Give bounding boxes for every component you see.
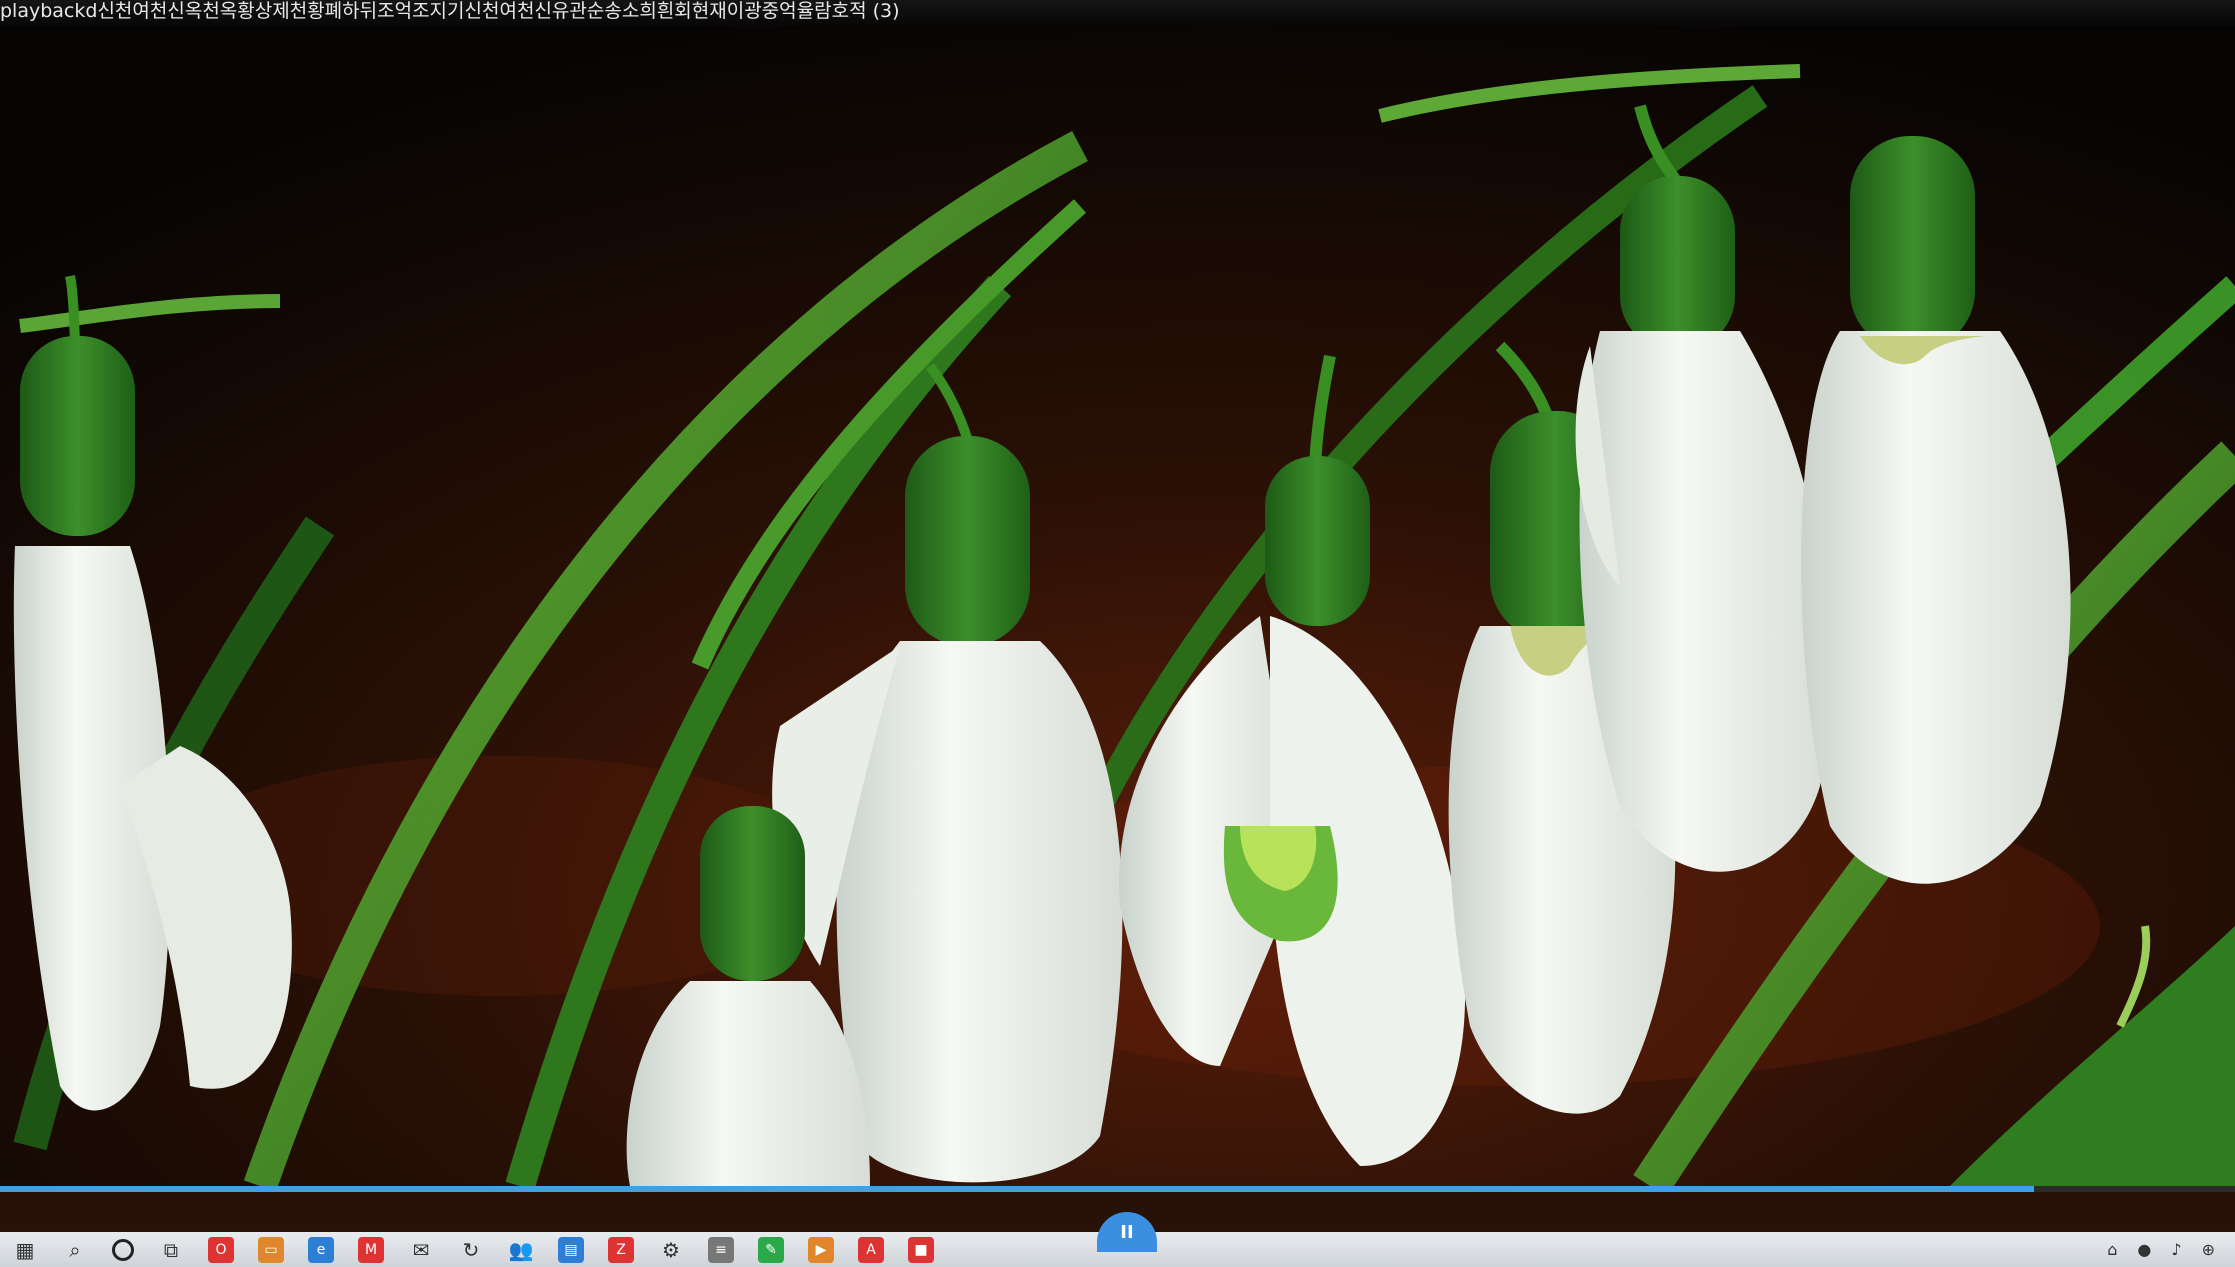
file-explorer-icon[interactable]: ▭ — [258, 1236, 284, 1263]
edge-icon[interactable]: e — [308, 1236, 334, 1263]
mail-icon[interactable]: ✉ — [408, 1237, 434, 1263]
app-icon[interactable]: ■ — [908, 1236, 934, 1263]
paint-icon[interactable]: ✎ — [758, 1236, 784, 1263]
filezilla-icon[interactable]: Z — [608, 1236, 634, 1263]
gmail-icon[interactable]: M — [358, 1236, 384, 1263]
media-icon[interactable]: ▶ — [808, 1236, 834, 1263]
search-icon[interactable] — [112, 1238, 134, 1261]
system-tray: ⌂ ● ♪ ⊕ — [2107, 1232, 2215, 1267]
seek-bar[interactable] — [0, 1186, 2235, 1192]
notification-icon[interactable]: ● — [2137, 1240, 2151, 1259]
settings-icon[interactable]: ⚙ — [658, 1237, 684, 1263]
people-icon[interactable]: 👥 — [508, 1237, 534, 1263]
notes-icon[interactable]: ≡ — [708, 1236, 734, 1263]
volume-icon[interactable]: ♪ — [2171, 1240, 2181, 1259]
video-frame[interactable] — [0, 26, 2235, 1186]
snowdrop-flowers-image — [0, 26, 2235, 1186]
refresh-icon[interactable]: ↻ — [458, 1237, 484, 1263]
language-icon[interactable]: ⊕ — [2202, 1240, 2215, 1259]
screen: playbackd신천여천신옥천옥황상제천황폐하뒤조억조지기신천여천신유관순송소… — [0, 0, 2235, 1267]
seek-progress — [0, 1186, 2034, 1192]
search-small-icon[interactable]: ⌕ — [62, 1237, 88, 1263]
start-icon[interactable]: ▦ — [12, 1237, 38, 1263]
calculator-icon[interactable]: ▤ — [558, 1236, 584, 1263]
pdf-icon[interactable]: A — [858, 1236, 884, 1263]
window-title: playbackd신천여천신옥천옥황상제천황폐하뒤조억조지기신천여천신유관순송소… — [0, 0, 2235, 26]
office-icon[interactable]: O — [208, 1236, 234, 1263]
network-icon[interactable]: ⌂ — [2107, 1240, 2117, 1259]
task-view-icon[interactable]: ⧉ — [158, 1237, 184, 1263]
play-pause-button[interactable]: II — [1097, 1212, 1157, 1252]
